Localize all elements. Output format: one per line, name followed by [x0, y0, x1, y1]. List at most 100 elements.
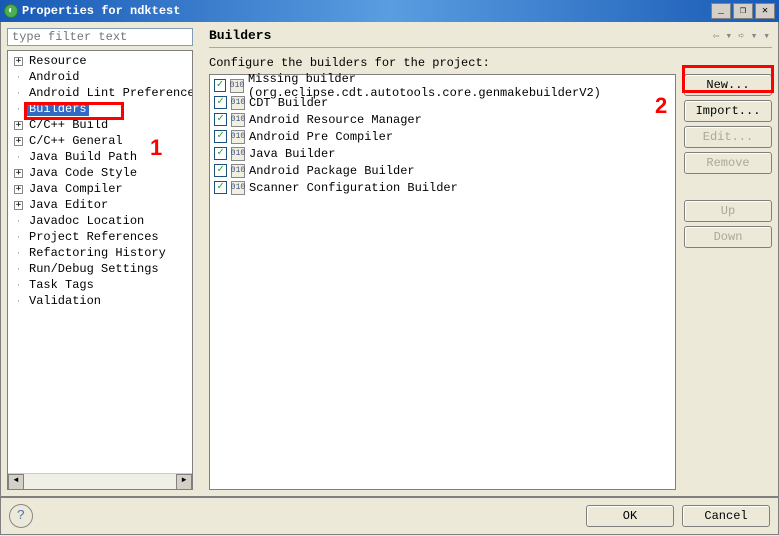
- tree-leaf-icon: ·: [14, 153, 23, 162]
- left-panel: +Resource · Android·Android Lint Preferenc…: [1, 22, 199, 496]
- builder-icon: 010: [230, 79, 244, 93]
- tree-leaf-icon: ·: [14, 281, 23, 290]
- builder-row[interactable]: ✓010Android Package Builder: [212, 162, 673, 179]
- side-button-column: New... Import... Edit... Remove Up Down: [684, 56, 772, 490]
- builder-row[interactable]: ✓ 010 Java Builder: [212, 145, 673, 162]
- back-menu-icon[interactable]: ▾: [724, 29, 735, 43]
- tree-item-label: Run/Debug Settings: [27, 262, 161, 276]
- tree-item-javadoc-location[interactable]: · Javadoc Location: [10, 213, 190, 229]
- tree-leaf-icon: ·: [14, 233, 23, 242]
- right-panel: Builders ⇦ ▾ ➪ ▾ ▾ Configure the builder…: [203, 22, 778, 496]
- down-button[interactable]: Down: [684, 226, 772, 248]
- tree-item-c-c-general[interactable]: +C/C++ General: [10, 133, 190, 149]
- builder-checkbox[interactable]: ✓: [214, 79, 226, 92]
- tree-expander-icon[interactable]: +: [14, 137, 23, 146]
- nav-toolbar: ⇦ ▾ ➪ ▾ ▾: [711, 29, 772, 43]
- import-button[interactable]: Import...: [684, 100, 772, 122]
- tree-item-refactoring-history[interactable]: · Refactoring History: [10, 245, 190, 261]
- back-icon[interactable]: ⇦: [711, 29, 722, 43]
- tree-item-project-references[interactable]: · Project References: [10, 229, 190, 245]
- builder-label: Android Package Builder: [249, 164, 415, 178]
- tree-item-label: Task Tags: [27, 278, 96, 292]
- tree-item-c-c-build[interactable]: + C/C++ Build: [10, 117, 190, 133]
- builder-checkbox[interactable]: ✓: [214, 96, 227, 109]
- builder-icon: 010: [231, 96, 245, 110]
- builder-label: Android Pre Compiler: [249, 130, 393, 144]
- remove-button[interactable]: Remove: [684, 152, 772, 174]
- scroll-track[interactable]: [24, 474, 176, 489]
- builder-checkbox[interactable]: ✓: [214, 113, 227, 126]
- tree-item-java-build-path[interactable]: · Java Build Path: [10, 149, 190, 165]
- header-separator: [209, 47, 772, 48]
- view-menu-icon[interactable]: ▾: [761, 29, 772, 43]
- filter-input[interactable]: [7, 28, 193, 46]
- scroll-right-button[interactable]: ►: [176, 474, 192, 490]
- tree-leaf-icon: ·: [14, 73, 23, 82]
- tree-item-resource[interactable]: +Resource: [10, 53, 190, 69]
- ok-button[interactable]: OK: [586, 505, 674, 527]
- up-button[interactable]: Up: [684, 200, 772, 222]
- builder-checkbox[interactable]: ✓: [214, 181, 227, 194]
- titlebar[interactable]: ◐ Properties for ndktest _ ❒ ✕: [0, 0, 779, 22]
- horizontal-scrollbar[interactable]: ◄ ►: [8, 473, 192, 489]
- property-tree[interactable]: +Resource · Android·Android Lint Preferenc…: [8, 51, 192, 489]
- tree-leaf-icon: ·: [14, 249, 23, 258]
- tree-leaf-icon: ·: [14, 105, 23, 114]
- tree-item-label: Java Code Style: [27, 166, 139, 180]
- tree-item-label: Project References: [27, 230, 161, 244]
- builder-row[interactable]: ✓ 010 Android Resource Manager: [212, 111, 673, 128]
- builder-icon: 010: [231, 181, 245, 195]
- builder-checkbox[interactable]: ✓: [214, 130, 227, 143]
- tree-leaf-icon: ·: [14, 265, 23, 274]
- tree-item-label: Javadoc Location: [27, 214, 146, 228]
- help-button[interactable]: ?: [9, 504, 33, 528]
- tree-item-label: Java Compiler: [27, 182, 125, 196]
- tree-container: +Resource · Android·Android Lint Preferenc…: [7, 50, 193, 490]
- scroll-left-button[interactable]: ◄: [8, 474, 24, 490]
- tree-expander-icon[interactable]: +: [14, 121, 23, 130]
- tree-item-task-tags[interactable]: · Task Tags: [10, 277, 190, 293]
- edit-button[interactable]: Edit...: [684, 126, 772, 148]
- new-button[interactable]: New...: [684, 74, 772, 96]
- tree-leaf-icon: ·: [14, 217, 23, 226]
- tree-item-android[interactable]: · Android: [10, 69, 190, 85]
- maximize-button[interactable]: ❒: [733, 3, 753, 19]
- window-controls: _ ❒ ✕: [711, 3, 775, 19]
- builder-icon: 010: [231, 130, 245, 144]
- builder-row[interactable]: ✓ 010 Scanner Configuration Builder: [212, 179, 673, 196]
- window-title: Properties for ndktest: [22, 4, 711, 18]
- tree-item-android-lint-preferences[interactable]: ·Android Lint Preferences: [10, 85, 190, 101]
- tree-expander-icon[interactable]: +: [14, 169, 23, 178]
- forward-menu-icon[interactable]: ▾: [749, 29, 760, 43]
- tree-item-label: Java Build Path: [27, 150, 139, 164]
- tree-item-java-editor[interactable]: +Java Editor: [10, 197, 190, 213]
- builder-row[interactable]: ✓ 010 Android Pre Compiler: [212, 128, 673, 145]
- builder-row[interactable]: ✓010Missing builder (org.eclipse.cdt.aut…: [212, 77, 673, 94]
- tree-expander-icon[interactable]: +: [14, 201, 23, 210]
- tree-item-label: C/C++ Build: [27, 118, 110, 132]
- close-button[interactable]: ✕: [755, 3, 775, 19]
- builder-label: Android Resource Manager: [249, 113, 422, 127]
- tree-item-validation[interactable]: ·Validation: [10, 293, 190, 309]
- forward-icon[interactable]: ➪: [736, 29, 747, 43]
- cancel-button[interactable]: Cancel: [682, 505, 770, 527]
- builder-checkbox[interactable]: ✓: [214, 147, 227, 160]
- builder-label: Scanner Configuration Builder: [249, 181, 458, 195]
- builder-label: Java Builder: [249, 147, 335, 161]
- tree-expander-icon[interactable]: +: [14, 185, 23, 194]
- page-title: Builders: [209, 28, 711, 43]
- tree-leaf-icon: ·: [14, 89, 23, 98]
- builder-icon: 010: [231, 113, 245, 127]
- builder-checkbox[interactable]: ✓: [214, 164, 227, 177]
- config-description: Configure the builders for the project:: [209, 56, 676, 70]
- tree-item-label: Android: [27, 70, 81, 84]
- tree-item-run-debug-settings[interactable]: · Run/Debug Settings: [10, 261, 190, 277]
- builder-icon: 010: [231, 147, 245, 161]
- builders-list[interactable]: ✓010Missing builder (org.eclipse.cdt.aut…: [209, 74, 676, 490]
- minimize-button[interactable]: _: [711, 3, 731, 19]
- tree-expander-icon[interactable]: +: [14, 57, 23, 66]
- tree-item-builders[interactable]: ·Builders: [10, 101, 190, 117]
- tree-item-java-code-style[interactable]: + Java Code Style: [10, 165, 190, 181]
- tree-item-java-compiler[interactable]: + Java Compiler: [10, 181, 190, 197]
- tree-item-label: Refactoring History: [27, 246, 168, 260]
